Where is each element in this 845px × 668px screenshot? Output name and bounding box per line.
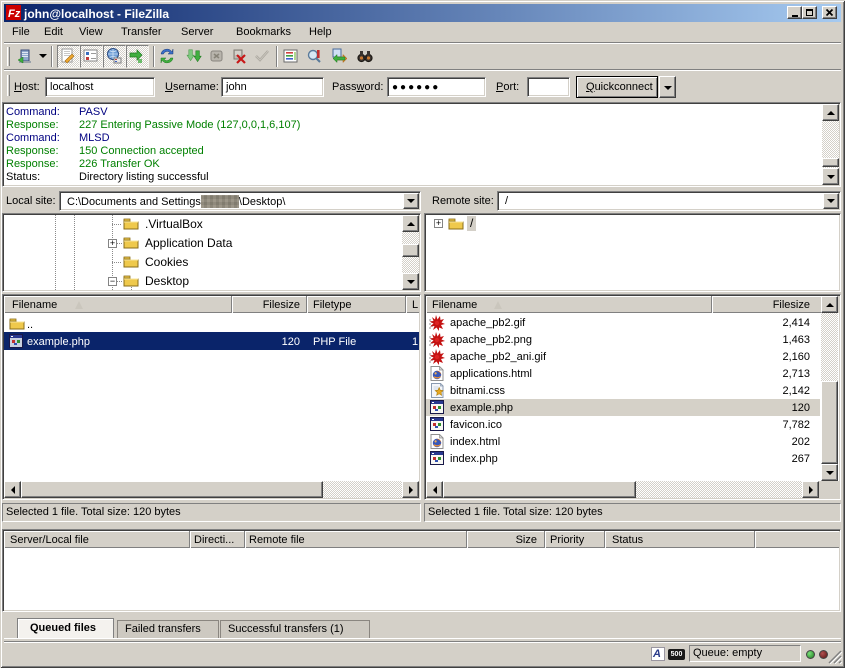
- svg-text:Fz: Fz: [8, 8, 21, 20]
